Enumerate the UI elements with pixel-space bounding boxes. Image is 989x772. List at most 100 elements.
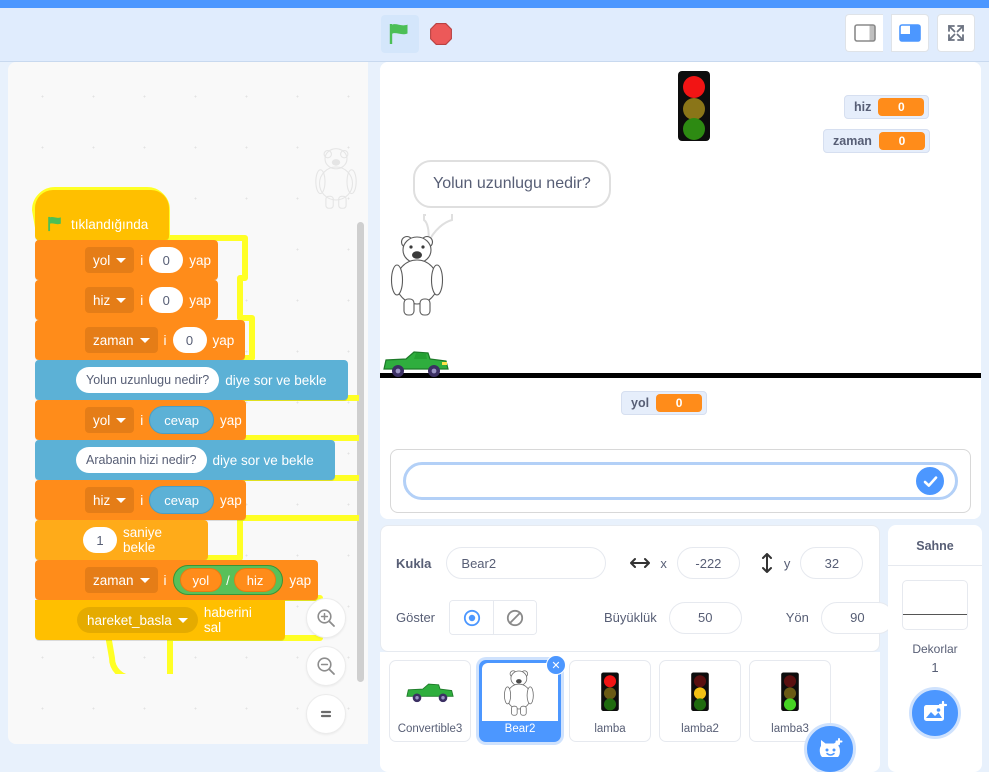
stop-button[interactable] [424,15,458,53]
reporter-cevap[interactable]: cevap [149,486,214,514]
block-tail-label: diye sor ve bekle [225,372,327,388]
visibility-toggle-group [449,600,538,635]
block-broadcast[interactable]: hareket_basla haberini sal [35,600,285,640]
add-sprite-button[interactable] [804,723,856,772]
block-tail-label: yap [212,332,235,348]
delete-sprite-button[interactable]: ✕ [546,655,566,675]
wait-seconds-input[interactable]: 1 [83,527,117,553]
add-backdrop-button[interactable] [909,687,961,739]
variable-dropdown-yol[interactable]: yol [85,247,135,273]
block-wait-seconds[interactable]: 1 saniye bekle [35,520,208,560]
monitor-value: 0 [878,132,925,150]
traffic-light-green-icon [781,672,799,711]
dropdown-label: yol [93,252,111,268]
traffic-light-sprite[interactable] [674,69,714,144]
stage-thumbnail[interactable] [902,580,968,630]
green-convertible-sprite[interactable] [380,347,452,379]
sprite-thumbnail [572,663,648,721]
value-input[interactable]: 0 [149,247,184,273]
traffic-light-red-icon [601,672,619,711]
code-workspace[interactable]: tıklandığında yol i 0 yap hiz i 0 yap za… [8,62,368,744]
block-tail-label: diye sor ve bekle [212,452,314,468]
operator-division[interactable]: yol / hiz [172,565,284,595]
zoom-reset-icon [320,710,332,718]
sprite-tile-convertible3[interactable]: Convertible3 [389,660,471,742]
sprite-tile-bear2[interactable]: ✕ Bear2 [479,655,566,742]
show-sprite-button[interactable] [450,601,494,634]
bear-sprite[interactable] [389,230,449,318]
block-set-zaman-division[interactable]: zaman i yol / hiz yap [35,560,318,600]
hat-label: tıklandığında [71,217,149,232]
green-flag-button[interactable] [381,15,419,53]
hide-sprite-button[interactable] [493,601,537,634]
sprite-name-row: Kukla Bear2 x -222 y 32 [396,547,864,579]
block-tail-label: yap [189,292,212,308]
value-input[interactable]: 0 [149,287,184,313]
block-ask-yolun-uzunlugu[interactable]: Yolun uzunlugu nedir? diye sor ve bekle [35,360,348,400]
sprite-info-panel: Kukla Bear2 x -222 y 32 Göster Büyüklük … [380,525,894,652]
small-stage-layout-button[interactable] [845,14,883,52]
size-input[interactable]: 50 [668,601,742,634]
chevron-down-icon [116,257,127,263]
stage[interactable]: hiz 0 zaman 0 yol 0 Yolun uzunlugu nedir… [380,62,981,519]
chevron-down-icon [139,577,150,583]
reporter-hiz[interactable]: hiz [233,568,277,592]
monitor-label: yol [631,396,650,410]
block-set-hiz-cevap[interactable]: hiz i cevap yap [35,480,246,520]
variable-dropdown-hiz[interactable]: hiz [85,287,135,313]
sprite-tile-label: lamba3 [771,723,809,735]
stage-selector-panel[interactable]: Sahne Dekorlar 1 [888,525,982,772]
block-mid-label: i [140,492,144,508]
workspace-scrollbar[interactable] [357,222,364,682]
dropdown-label: yol [93,412,111,428]
block-set-hiz-0[interactable]: hiz i 0 yap [35,280,218,320]
y-axis-arrow-icon [761,553,772,573]
variable-monitor-yol[interactable]: yol 0 [621,391,708,415]
backdrops-count: 1 [931,660,939,675]
broadcast-message-dropdown[interactable]: hareket_basla [77,607,198,633]
value-input[interactable]: 0 [172,327,207,353]
direction-input[interactable]: 90 [820,601,894,634]
dropdown-label: hiz [93,292,111,308]
zoom-reset-button[interactable] [306,694,346,734]
block-when-flag-clicked[interactable]: tıklandığında [35,190,169,240]
eye-hidden-icon [506,609,524,626]
block-set-yol-0[interactable]: yol i 0 yap [35,240,218,280]
block-tail-label: saniye bekle [123,525,163,555]
block-ask-arabanin-hizi[interactable]: Arabanin hizi nedir? diye sor ve bekle [35,440,335,480]
variable-monitor-hiz[interactable]: hiz 0 [844,95,930,119]
variable-dropdown-zaman[interactable]: zaman [85,567,158,593]
y-coordinate-input[interactable]: 32 [800,547,864,579]
fullscreen-button[interactable] [937,14,975,52]
variable-dropdown-yol[interactable]: yol [85,407,135,433]
variable-monitor-zaman[interactable]: zaman 0 [823,129,930,153]
zoom-in-button[interactable] [306,598,346,638]
dropdown-label: hiz [93,492,111,508]
chevron-down-icon [116,297,127,303]
x-coordinate-input[interactable]: -222 [676,547,740,579]
block-set-yol-cevap[interactable]: yol i cevap yap [35,400,246,440]
sprite-name-input[interactable]: Bear2 [446,547,607,579]
zoom-out-button[interactable] [306,646,346,686]
reporter-cevap[interactable]: cevap [149,406,214,434]
traffic-light-yellow-icon [691,672,709,711]
reporter-yol[interactable]: yol [179,568,223,592]
ask-question-input[interactable]: Yolun uzunlugu nedir? [76,367,220,393]
road-line [380,373,981,378]
size-label: Büyüklük [604,610,657,625]
speech-bubble: Yolun uzunlugu nedir? [413,160,611,208]
sprite-tile-lamba2[interactable]: lamba2 [659,660,741,742]
ask-question-input[interactable]: Arabanin hizi nedir? [76,447,207,473]
sprite-tile-label: lamba [594,723,626,735]
sprite-tile-label: Convertible3 [397,723,463,735]
large-stage-layout-button[interactable] [891,14,929,52]
block-mid-label: i [163,572,167,588]
sprite-tile-lamba[interactable]: lamba [569,660,651,742]
ask-submit-button[interactable] [914,465,946,497]
sprite-thumbnail [662,663,738,721]
script-stack[interactable]: tıklandığında yol i 0 yap hiz i 0 yap za… [32,187,359,674]
ask-answer-input[interactable] [403,462,958,500]
variable-dropdown-hiz[interactable]: hiz [85,487,135,513]
block-set-zaman-0[interactable]: zaman i 0 yap [35,320,245,360]
variable-dropdown-zaman[interactable]: zaman [85,327,158,353]
